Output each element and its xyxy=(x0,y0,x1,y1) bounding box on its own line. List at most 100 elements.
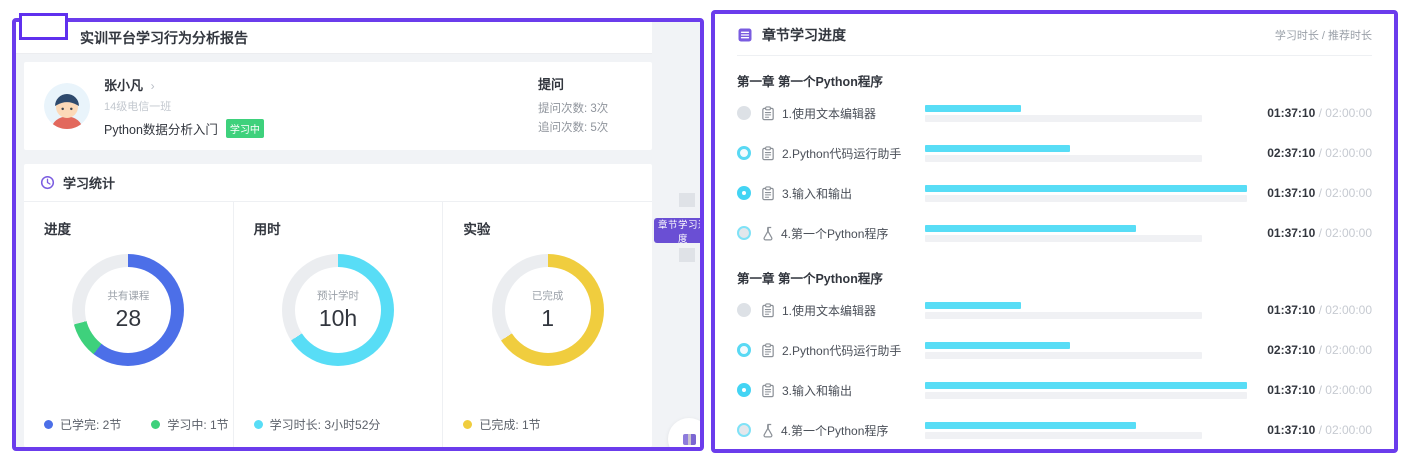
study-duration-bar xyxy=(925,145,1070,152)
chapter-label: 3.输入和输出 xyxy=(782,185,852,202)
legend-dot xyxy=(44,420,53,429)
chapter-label: 3.输入和输出 xyxy=(782,382,852,399)
status-circle xyxy=(737,226,751,240)
clipboard-icon xyxy=(761,106,775,121)
status-circle xyxy=(737,423,751,437)
duration-legend: 学习时长 / 推荐时长 xyxy=(1275,27,1372,43)
chapter-label: 2.Python代码运行助手 xyxy=(782,145,901,162)
chapter-row[interactable]: 1.使用文本编辑器 01:37:10 / 02:00:00 xyxy=(737,290,1372,330)
study-duration-bar xyxy=(925,302,1021,309)
legend-label: 学习时长: 3小时52分 xyxy=(270,416,381,433)
legend-label: 已学完: 2节 xyxy=(60,416,121,433)
duration-bars xyxy=(925,185,1247,202)
status-circle xyxy=(737,383,751,397)
status-circle xyxy=(737,303,751,317)
status-circle xyxy=(737,146,751,160)
annotation-box xyxy=(19,13,68,40)
duration-bars xyxy=(925,422,1202,439)
chapter-label: 2.Python代码运行助手 xyxy=(782,342,901,359)
duration-bars xyxy=(925,225,1202,242)
flask-icon xyxy=(761,423,774,438)
chapter-label: 4.第一个Python程序 xyxy=(781,422,888,439)
section-title: 第一章 第一个Python程序 xyxy=(737,268,1372,287)
chapter-row[interactable]: 4.第一个Python程序01:37:10 / 02:00:00 xyxy=(737,213,1372,253)
donut-center-value: 1 xyxy=(541,305,554,332)
time-column: 用时 预计学时 10h 学习时长: 3小时52分 xyxy=(233,202,443,447)
study-duration-bar xyxy=(925,382,1247,389)
report-panel: 实训平台学习行为分析报告 张小凡 › xyxy=(12,18,704,451)
chapter-section: 第一章 第一个Python程序 1.使用文本编辑器 01:37:10 / 02:00… xyxy=(737,268,1372,450)
donut-center-value: 10h xyxy=(319,305,357,332)
learning-stats-card: 学习统计 进度 共有课程 28 xyxy=(24,164,652,447)
document-list-icon xyxy=(737,27,753,43)
status-badge: 学习中 xyxy=(226,119,264,138)
donut-center-value: 28 xyxy=(116,305,142,332)
scroll-square-top[interactable] xyxy=(679,193,695,207)
chapter-row[interactable]: 4.第一个Python程序 01:37:10 / 02:00:00 xyxy=(737,410,1372,450)
section-title: 第一章 第一个Python程序 xyxy=(737,71,1372,90)
chapter-row[interactable]: 2.Python代码运行助手 02:37:10 / 02:00:00 xyxy=(737,133,1372,173)
legend-item: 已完成: 1节 xyxy=(463,416,540,433)
clipboard-icon xyxy=(761,303,775,318)
experiment-column: 实验 已完成 1 已完成: 1节 xyxy=(442,202,652,447)
chapter-label: 1.使用文本编辑器 xyxy=(782,105,876,122)
chapter-row[interactable]: 1.使用文本编辑器 01:37:10 / 02:00:00 xyxy=(737,93,1372,133)
duration-bars xyxy=(925,145,1202,162)
study-duration-bar xyxy=(925,185,1247,192)
column-label: 用时 xyxy=(254,218,443,238)
chapter-progress-panel: 章节学习进度 学习时长 / 推荐时长 第一章 第一个Python程序 1.使用文本… xyxy=(711,10,1398,453)
duration-bars xyxy=(925,382,1247,399)
legend-dot xyxy=(254,420,263,429)
study-duration-bar xyxy=(925,422,1136,429)
legend-dot xyxy=(151,420,160,429)
chapter-label: 1.使用文本编辑器 xyxy=(782,302,876,319)
study-duration-bar xyxy=(925,225,1136,232)
duration-bars xyxy=(925,342,1202,359)
qa-stats: 提问 提问次数: 3次 追问次数: 5次 xyxy=(538,74,630,138)
recommended-duration-bar xyxy=(925,352,1202,359)
donut-center-label: 共有课程 xyxy=(107,288,149,303)
assistant-button[interactable] xyxy=(668,418,704,451)
time-donut-chart: 预计学时 10h xyxy=(282,254,394,366)
progress-donut-chart: 共有课程 28 xyxy=(72,254,184,366)
status-circle xyxy=(737,343,751,357)
student-name: 张小凡 xyxy=(104,78,143,93)
donut-center-label: 预计学时 xyxy=(317,288,359,303)
stats-title: 学习统计 xyxy=(63,173,115,192)
student-name-row[interactable]: 张小凡 › xyxy=(104,75,538,94)
chapter-panel-header: 章节学习进度 学习时长 / 推荐时长 xyxy=(737,14,1372,56)
time-text: 01:37:10 / 02:00:00 xyxy=(1267,106,1372,120)
time-text: 02:37:10 / 02:00:00 xyxy=(1267,146,1372,160)
recommended-duration-bar xyxy=(925,392,1247,399)
duration-bars xyxy=(925,302,1202,319)
qa-followup-count: 追问次数: 5次 xyxy=(538,119,630,138)
recommended-duration-bar xyxy=(925,312,1202,319)
time-text: 01:37:10 / 02:00:00 xyxy=(1267,303,1372,317)
clipboard-icon xyxy=(761,343,775,358)
clipboard-icon xyxy=(761,146,775,161)
chapter-row[interactable]: 2.Python代码运行助手02:37:10 / 02:00:00 xyxy=(737,330,1372,370)
chapter-progress-button[interactable]: 章节学习进度 xyxy=(654,218,704,243)
scroll-square-bottom[interactable] xyxy=(679,248,695,262)
chapter-row[interactable]: 3.输入和输出 01:37:10 / 02:00:00 xyxy=(737,173,1372,213)
report-header: 实训平台学习行为分析报告 xyxy=(16,22,652,54)
time-text: 01:37:10 / 02:00:00 xyxy=(1267,186,1372,200)
chapter-label: 4.第一个Python程序 xyxy=(781,225,888,242)
chapter-section: 第一章 第一个Python程序 1.使用文本编辑器 01:37:10 / 02:00… xyxy=(737,71,1372,253)
duration-bars xyxy=(925,105,1202,122)
legend-label: 学习中: 1节 xyxy=(167,416,228,433)
recommended-duration-bar xyxy=(925,235,1202,242)
assistant-icon xyxy=(683,434,696,445)
student-avatar xyxy=(44,83,90,129)
chapter-row[interactable]: 3.输入和输出01:37:10 / 02:00:00 xyxy=(737,370,1372,410)
side-strip: 章节学习进度 xyxy=(652,22,700,447)
clock-icon xyxy=(40,175,55,190)
experiment-donut-chart: 已完成 1 xyxy=(492,254,604,366)
status-circle xyxy=(737,106,751,120)
clipboard-icon xyxy=(761,383,775,398)
time-text: 01:37:10 / 02:00:00 xyxy=(1267,423,1372,437)
clipboard-icon xyxy=(761,186,775,201)
qa-ask-count: 提问次数: 3次 xyxy=(538,100,630,119)
progress-column: 进度 共有课程 28 已学完: 2节 xyxy=(24,202,233,447)
legend-item: 学习中: 1节 xyxy=(151,416,228,433)
